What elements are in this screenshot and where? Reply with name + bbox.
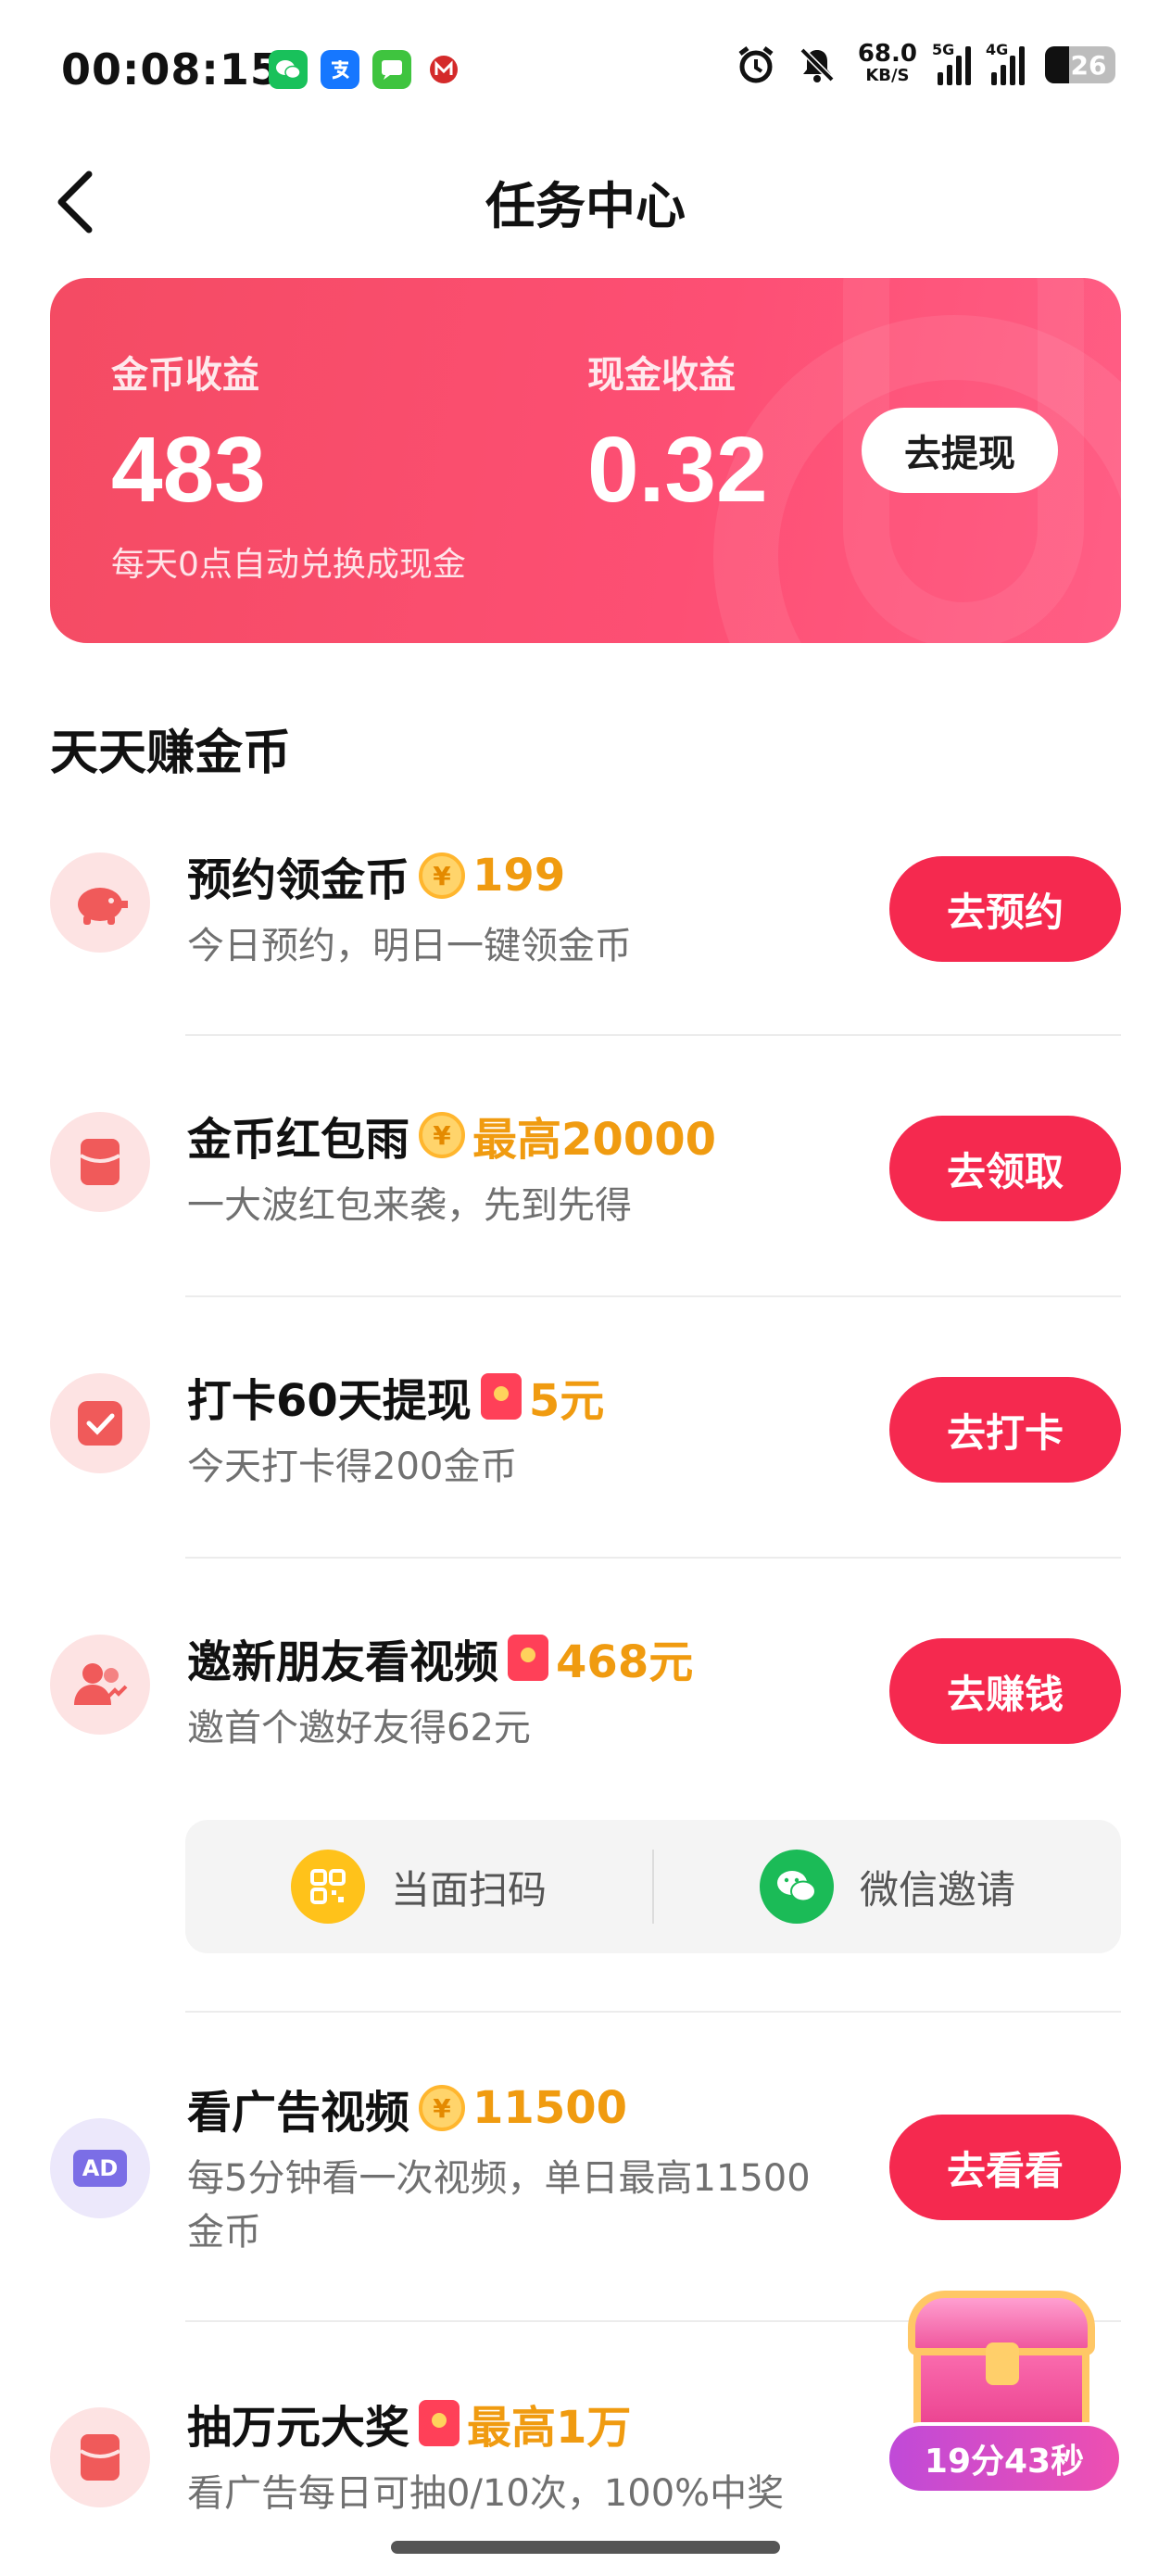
message-icon xyxy=(372,50,411,89)
mute-icon xyxy=(800,47,835,82)
status-bar: 00:08:15 68.0 KB/S 5G 4G 26 xyxy=(0,0,1171,139)
watch-button[interactable]: 去看看 xyxy=(889,2115,1121,2220)
network-speed: 68.0 KB/S xyxy=(857,40,917,85)
divider xyxy=(185,1557,1121,1559)
red-packet-icon xyxy=(419,2400,460,2446)
status-time: 00:08:15 xyxy=(61,44,281,95)
ad-icon: AD xyxy=(50,2118,150,2218)
task-title: 预约领金币 ¥199 xyxy=(187,850,566,906)
status-app-icons xyxy=(269,50,463,89)
qr-code-icon xyxy=(290,1850,365,1924)
task-checkin-60-days: 打卡60天提现 5元 今天打卡得200金币 去打卡 xyxy=(50,1355,1121,1559)
withdraw-button[interactable]: 去提现 xyxy=(862,408,1058,493)
wechat-icon xyxy=(269,50,308,89)
status-indicators: 68.0 KB/S 5G 4G 26 xyxy=(736,40,1115,87)
home-indicator[interactable] xyxy=(391,2541,780,2554)
wechat-invite-option[interactable]: 微信邀请 xyxy=(654,1850,1121,1924)
reserve-button[interactable]: 去预约 xyxy=(889,856,1121,962)
earnings-card: 金币收益 483 现金收益 0.32 每天0点自动兑换成现金 去提现 xyxy=(50,278,1121,643)
section-title: 天天赚金币 xyxy=(50,726,292,781)
earn-money-button[interactable]: 去赚钱 xyxy=(889,1638,1121,1744)
task-title: 金币红包雨 ¥ 最高20000 xyxy=(187,1112,717,1166)
task-watch-ads: AD 看广告视频 ¥11500 每5分钟看一次视频，单日最高11500 金币 去… xyxy=(50,2066,1121,2307)
wechat-invite-label: 微信邀请 xyxy=(859,1866,1015,1913)
battery-icon: 26 xyxy=(1045,46,1115,83)
task-reserve-coins: 预约领金币 ¥199 今日预约，明日一键领金币 去预约 xyxy=(50,834,1121,1038)
treasure-chest-widget[interactable]: 19分43秒 xyxy=(886,2283,1127,2524)
cash-earnings-value: 0.32 xyxy=(587,418,768,522)
task-invite-friends: 邀新朋友看视频 468元 邀首个邀好友得62元 去赚钱 xyxy=(50,1616,1121,1820)
lock-icon xyxy=(986,2342,1019,2385)
checkin-button[interactable]: 去打卡 xyxy=(889,1377,1121,1483)
alarm-icon xyxy=(738,46,774,83)
signal-4g-icon: 4G xyxy=(986,41,1025,85)
task-title: 看广告视频 ¥11500 xyxy=(187,2082,628,2139)
bank-icon xyxy=(424,50,463,89)
task-desc: 看广告每日可抽0/10次，100%中奖 xyxy=(187,2472,785,2515)
coin-earnings-label: 金币收益 xyxy=(111,354,259,397)
divider xyxy=(185,1295,1121,1297)
task-desc: 今天打卡得200金币 xyxy=(187,1446,518,1488)
invite-friends-icon xyxy=(50,1635,150,1735)
coin-icon: ¥ xyxy=(419,2085,466,2131)
alipay-icon xyxy=(321,50,359,89)
divider xyxy=(185,2011,1121,2013)
task-desc: 一大波红包来袭，先到先得 xyxy=(187,1184,632,1227)
task-title: 邀新朋友看视频 468元 xyxy=(187,1635,694,1688)
red-packet-icon xyxy=(50,2407,150,2507)
red-packet-icon xyxy=(480,1373,522,1420)
checkin-icon xyxy=(50,1373,150,1473)
cash-earnings-label: 现金收益 xyxy=(587,354,736,397)
page-title: 任务中心 xyxy=(485,177,686,235)
signal-5g-icon: 5G xyxy=(932,41,971,85)
coin-icon: ¥ xyxy=(419,852,466,899)
invite-options: 当面扫码 微信邀请 xyxy=(185,1820,1121,1953)
exchange-note: 每天0点自动兑换成现金 xyxy=(111,546,466,584)
task-desc: 邀首个邀好友得62元 xyxy=(187,1707,531,1749)
claim-button[interactable]: 去领取 xyxy=(889,1116,1121,1221)
coin-earnings-value: 483 xyxy=(111,418,266,522)
scan-qr-option[interactable]: 当面扫码 xyxy=(185,1850,652,1924)
divider xyxy=(185,1034,1121,1036)
task-desc: 今日预约，明日一键领金币 xyxy=(187,925,632,967)
task-red-packet-rain: 金币红包雨 ¥ 最高20000 一大波红包来袭，先到先得 去领取 xyxy=(50,1093,1121,1297)
task-title: 抽万元大奖 最高1万 xyxy=(187,2400,632,2454)
red-packet-icon xyxy=(50,1112,150,1212)
coin-icon: ¥ xyxy=(419,1112,466,1158)
countdown-timer: 19分43秒 xyxy=(886,2422,1123,2494)
piggy-bank-icon xyxy=(50,852,150,953)
red-packet-icon xyxy=(508,1635,549,1681)
wechat-icon xyxy=(759,1850,834,1924)
task-desc: 每5分钟看一次视频，单日最高11500 金币 xyxy=(187,2157,811,2254)
task-title: 打卡60天提现 5元 xyxy=(187,1373,605,1427)
scan-qr-label: 当面扫码 xyxy=(390,1866,547,1913)
